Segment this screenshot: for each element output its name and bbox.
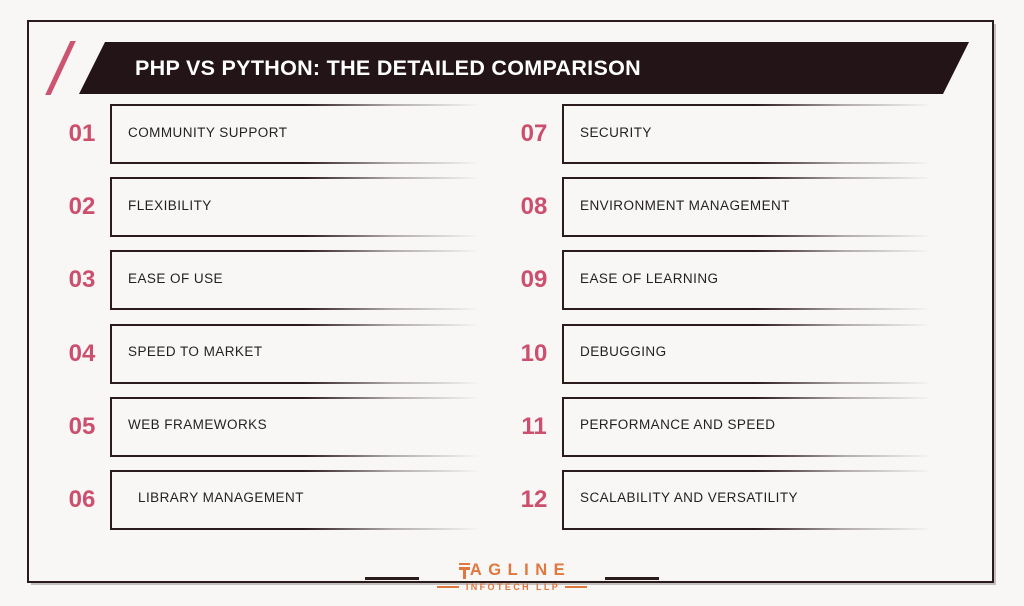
list-item[interactable]: 07 SECURITY [512, 104, 932, 164]
item-label: COMMUNITY SUPPORT [128, 124, 288, 140]
item-number: 11 [521, 412, 547, 440]
item-label: SECURITY [580, 124, 652, 140]
item-box[interactable]: ENVIRONMENT MANAGEMENT [562, 177, 932, 238]
list-item[interactable]: 03 EASE OF USE [60, 250, 480, 311]
item-box[interactable]: FLEXIBILITY [110, 177, 480, 238]
logo-name-text: AGLINE [469, 561, 572, 580]
item-number: 05 [68, 412, 96, 440]
page-title: PHP VS PYTHON: THE DETAILED COMPARISON [135, 55, 641, 80]
item-box[interactable]: WEB FRAMEWORKS [110, 396, 480, 457]
brand-logo[interactable]: AGLINE INFOTECH LLP [436, 562, 588, 592]
item-number: 08 [520, 193, 548, 221]
footer-rule-right [605, 576, 660, 580]
item-number: 02 [68, 193, 96, 221]
item-box[interactable]: EASE OF USE [110, 250, 480, 311]
footer: AGLINE INFOTECH LLP [0, 556, 1024, 598]
list-item[interactable]: 05 WEB FRAMEWORKS [60, 396, 480, 457]
item-label: LIBRARY MANAGEMENT [138, 490, 304, 506]
item-number: 06 [68, 485, 96, 513]
title-banner: PHP VS PYTHON: THE DETAILED COMPARISON [79, 42, 969, 94]
item-label: SCALABILITY AND VERSATILITY [580, 490, 798, 506]
right-column: 07 SECURITY 08 ENVIRONMENT MANAGEMENT 09… [512, 104, 932, 543]
logo-dash-left-icon [436, 586, 459, 589]
item-label: EASE OF LEARNING [580, 270, 719, 286]
item-number: 01 [68, 120, 96, 147]
item-label: FLEXIBILITY [128, 197, 212, 213]
item-label: PERFORMANCE AND SPEED [580, 417, 776, 433]
item-number: 03 [68, 266, 96, 294]
item-label: DEBUGGING [580, 344, 667, 360]
item-number: 10 [520, 339, 548, 367]
list-item[interactable]: 01 COMMUNITY SUPPORT [60, 104, 480, 164]
header: PHP VS PYTHON: THE DETAILED COMPARISON [38, 41, 978, 95]
item-number: 12 [520, 485, 548, 513]
list-item[interactable]: 08 ENVIRONMENT MANAGEMENT [512, 177, 932, 238]
logo-t-icon [458, 562, 470, 579]
item-number: 09 [520, 266, 548, 294]
list-item[interactable]: 02 FLEXIBILITY [60, 177, 480, 238]
item-box[interactable]: LIBRARY MANAGEMENT [110, 469, 480, 530]
footer-rule-left [364, 576, 419, 580]
item-box[interactable]: SPEED TO MARKET [110, 323, 480, 384]
poster-canvas: PHP VS PYTHON: THE DETAILED COMPARISON 0… [0, 0, 1024, 606]
logo-subtitle-row: INFOTECH LLP [436, 581, 588, 592]
logo-wordmark: AGLINE [437, 562, 587, 579]
list-item[interactable]: 04 SPEED TO MARKET [60, 323, 480, 384]
list-item[interactable]: 10 DEBUGGING [512, 323, 932, 384]
item-box[interactable]: DEBUGGING [562, 323, 932, 384]
accent-slash-icon [42, 41, 82, 95]
list-item[interactable]: 11 PERFORMANCE AND SPEED [512, 396, 932, 457]
list-item[interactable]: 06 LIBRARY MANAGEMENT [60, 469, 480, 530]
item-label: ENVIRONMENT MANAGEMENT [580, 197, 790, 213]
comparison-list: 01 COMMUNITY SUPPORT 02 FLEXIBILITY 03 E… [0, 104, 1024, 544]
item-label: EASE OF USE [128, 270, 223, 286]
item-number: 04 [68, 339, 96, 367]
item-box[interactable]: COMMUNITY SUPPORT [110, 104, 480, 164]
logo-dash-right-icon [565, 586, 588, 589]
item-box[interactable]: SCALABILITY AND VERSATILITY [562, 469, 932, 530]
item-label: SPEED TO MARKET [128, 344, 263, 360]
item-box[interactable]: PERFORMANCE AND SPEED [562, 396, 932, 457]
item-number: 07 [520, 120, 548, 147]
left-column: 01 COMMUNITY SUPPORT 02 FLEXIBILITY 03 E… [60, 104, 480, 543]
list-item[interactable]: 12 SCALABILITY AND VERSATILITY [512, 469, 932, 530]
list-item[interactable]: 09 EASE OF LEARNING [512, 250, 932, 311]
item-box[interactable]: EASE OF LEARNING [562, 250, 932, 311]
logo-subtitle-text: INFOTECH LLP [465, 581, 561, 592]
item-box[interactable]: SECURITY [562, 104, 932, 164]
item-label: WEB FRAMEWORKS [128, 417, 268, 433]
